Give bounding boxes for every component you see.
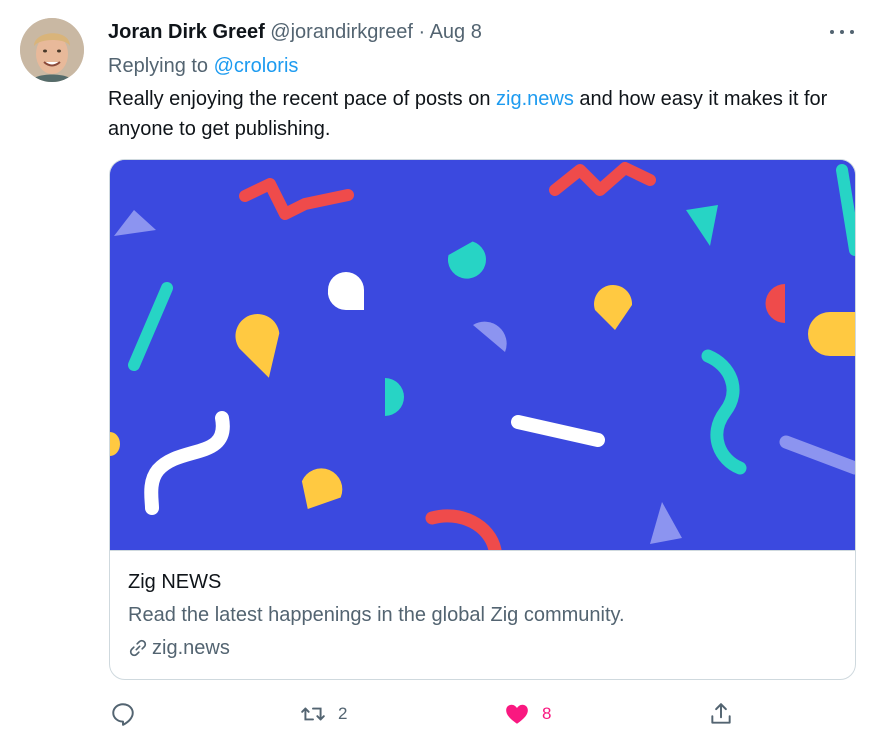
heart-icon: [506, 704, 528, 724]
like-count: 8: [542, 704, 552, 723]
link-card[interactable]: Zig NEWS Read the latest happenings in t…: [109, 159, 856, 680]
tweet-header: Joran Dirk Greef @jorandirkgreef · Aug 8: [108, 18, 482, 46]
share-icon: [711, 703, 731, 724]
card-domain[interactable]: zig.news: [128, 634, 230, 662]
avatar[interactable]: [20, 18, 84, 82]
retweet-button[interactable]: 2: [300, 700, 347, 728]
like-button[interactable]: 8: [504, 700, 551, 728]
author-handle[interactable]: @jorandirkgreef: [270, 21, 413, 43]
retweet-icon: [301, 707, 325, 721]
link-icon: [129, 639, 147, 657]
card-divider: [110, 550, 855, 551]
tweet-actions: 2 8: [108, 700, 748, 730]
tweet-text: Really enjoying the recent pace of posts…: [108, 84, 860, 144]
replying-to-handle[interactable]: @croloris: [214, 55, 299, 77]
retweet-count: 2: [338, 704, 348, 723]
card-image[interactable]: [110, 160, 855, 550]
reply-button[interactable]: [110, 700, 136, 728]
card-title[interactable]: Zig NEWS: [128, 568, 221, 596]
share-button[interactable]: [708, 700, 734, 728]
replying-to: Replying to @croloris: [108, 52, 298, 80]
more-options-icon[interactable]: [830, 22, 854, 42]
card-domain-label: zig.news: [152, 637, 230, 659]
avatar-image: [20, 18, 84, 82]
confetti-illustration: [110, 160, 855, 550]
tweet[interactable]: Joran Dirk Greef @jorandirkgreef · Aug 8…: [0, 0, 880, 737]
replying-prefix: Replying to: [108, 55, 209, 77]
author-name[interactable]: Joran Dirk Greef: [108, 21, 265, 43]
tweet-text-before: Really enjoying the recent pace of posts…: [108, 88, 497, 110]
separator-dot: ·: [418, 21, 426, 43]
tweet-text-link[interactable]: zig.news: [496, 88, 574, 110]
reply-icon: [112, 703, 134, 726]
card-description: Read the latest happenings in the global…: [128, 604, 625, 626]
tweet-date[interactable]: Aug 8: [430, 21, 482, 43]
